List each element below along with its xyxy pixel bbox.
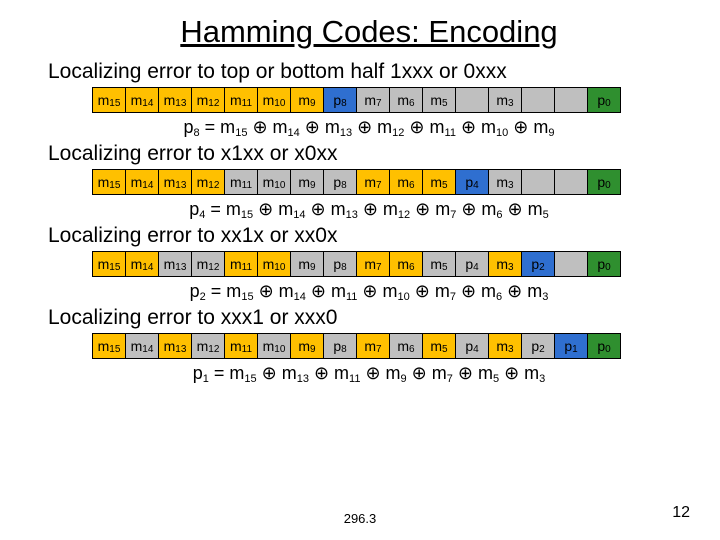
bit-cell: m5 (422, 333, 456, 359)
bit-cell: m14 (125, 333, 159, 359)
bit-cell: p2 (521, 333, 555, 359)
bit-cell: p8 (323, 251, 357, 277)
bit-cell: p1 (554, 333, 588, 359)
course-number: 296.3 (0, 511, 720, 526)
bit-cell: m11 (224, 169, 258, 195)
parity-equation: p1 = m15 ⊕ m13 ⊕ m11 ⊕ m9 ⊕ m7 ⊕ m5 ⊕ m3 (48, 363, 690, 384)
bit-cell: m7 (356, 169, 390, 195)
bit-cell: m10 (257, 169, 291, 195)
bit-cell: m13 (158, 333, 192, 359)
slide-title: Hamming Codes: Encoding (48, 14, 690, 50)
bit-cell: m12 (191, 169, 225, 195)
localize-text: Localizing error to xx1x or xx0x (48, 224, 690, 248)
bit-cell: p2 (521, 251, 555, 277)
bit-cell: p4 (455, 251, 489, 277)
bit-cell: m9 (290, 87, 324, 113)
bit-cell: p0 (587, 169, 621, 195)
page-number: 12 (672, 504, 690, 522)
bit-cell: m9 (290, 251, 324, 277)
bit-cell: m5 (422, 251, 456, 277)
bit-cell: m11 (224, 251, 258, 277)
bit-cell: m11 (224, 87, 258, 113)
bit-cell: m15 (92, 169, 126, 195)
bit-cell (554, 251, 588, 277)
bit-strip: m15m14m13m12m11m10m9p8m7m6m5p4m3p2p1p0 (92, 333, 690, 359)
bit-cell: p0 (587, 333, 621, 359)
bit-cell: m7 (356, 251, 390, 277)
bit-cell: m10 (257, 251, 291, 277)
bit-cell (521, 169, 555, 195)
bit-cell: m15 (92, 251, 126, 277)
bit-cell (455, 87, 489, 113)
bit-cell: m6 (389, 169, 423, 195)
bit-cell: m3 (488, 333, 522, 359)
bit-cell: p4 (455, 333, 489, 359)
bit-cell: m13 (158, 169, 192, 195)
bit-cell: m5 (422, 169, 456, 195)
bit-cell: p4 (455, 169, 489, 195)
bit-strip: m15m14m13m12m11m10m9p8m7m6m5p4m3p2 p0 (92, 251, 690, 277)
bit-cell: m14 (125, 251, 159, 277)
bit-strip: m15m14m13m12m11m10m9p8m7m6m5 m3 p0 (92, 87, 690, 113)
localize-text: Localizing error to top or bottom half 1… (48, 60, 690, 84)
bit-cell: m5 (422, 87, 456, 113)
bit-cell: m10 (257, 333, 291, 359)
bit-cell: m7 (356, 333, 390, 359)
bit-cell: m3 (488, 251, 522, 277)
bit-cell: p8 (323, 169, 357, 195)
bit-cell: m12 (191, 251, 225, 277)
bit-cell: m3 (488, 169, 522, 195)
bit-cell: m14 (125, 169, 159, 195)
bit-cell (521, 87, 555, 113)
localize-text: Localizing error to xxx1 or xxx0 (48, 306, 690, 330)
bit-cell: m6 (389, 251, 423, 277)
parity-equation: p4 = m15 ⊕ m14 ⊕ m13 ⊕ m12 ⊕ m7 ⊕ m6 ⊕ m… (48, 199, 690, 220)
bit-cell: m15 (92, 333, 126, 359)
bit-cell: p8 (323, 87, 357, 113)
bit-cell: m9 (290, 169, 324, 195)
bit-strip: m15m14m13m12m11m10m9p8m7m6m5p4m3 p0 (92, 169, 690, 195)
bit-cell: p8 (323, 333, 357, 359)
bit-cell: m13 (158, 251, 192, 277)
bit-cell: p0 (587, 87, 621, 113)
parity-equation: p8 = m15 ⊕ m14 ⊕ m13 ⊕ m12 ⊕ m11 ⊕ m10 ⊕… (48, 117, 690, 138)
bit-cell: m3 (488, 87, 522, 113)
bit-cell: m10 (257, 87, 291, 113)
bit-cell: m12 (191, 87, 225, 113)
bit-cell: m12 (191, 333, 225, 359)
slide: Hamming Codes: Encoding Localizing error… (0, 0, 720, 384)
bit-cell: m14 (125, 87, 159, 113)
bit-cell: m6 (389, 333, 423, 359)
bit-cell: m7 (356, 87, 390, 113)
bit-cell: p0 (587, 251, 621, 277)
bit-cell (554, 87, 588, 113)
bit-cell (554, 169, 588, 195)
bit-cell: m15 (92, 87, 126, 113)
bit-cell: m13 (158, 87, 192, 113)
bit-cell: m9 (290, 333, 324, 359)
parity-equation: p2 = m15 ⊕ m14 ⊕ m11 ⊕ m10 ⊕ m7 ⊕ m6 ⊕ m… (48, 281, 690, 302)
bit-cell: m11 (224, 333, 258, 359)
bit-cell: m6 (389, 87, 423, 113)
localize-text: Localizing error to x1xx or x0xx (48, 142, 690, 166)
